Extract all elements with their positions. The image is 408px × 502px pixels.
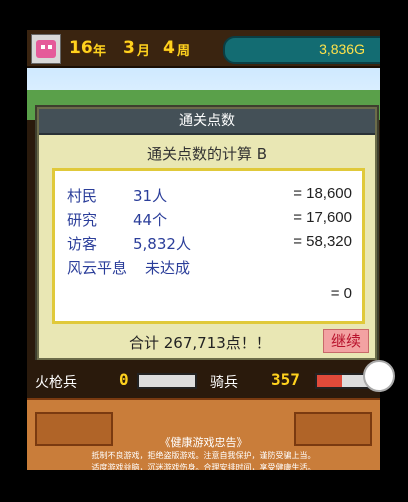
row-value: 5,832人 [133,235,191,253]
health-notice-line: 抵制不良游戏，拒绝盗版游戏。注意自我保护，谨防受骗上当。 [91,451,316,460]
gold-display: 3,836G [223,36,380,64]
month-unit: 月 [137,44,151,59]
row-points: = 18,600 [293,185,352,202]
dialog-subtitle: 通关点数的计算 B [146,145,268,163]
health-notice-title: 《健康游戏忠告》 [159,436,248,449]
row-label: 访客 [67,235,98,253]
unit-meter-fill [317,375,343,387]
clear-points-dialog: 通关点数 通关点数的计算 B 村民 31人 = 18,600 研究 44个 = … [37,107,377,360]
floating-action-button[interactable] [363,360,395,392]
unit-panel: 火枪兵 0 骑兵 357 [27,360,380,398]
week-unit: 周 [177,44,191,59]
status-bar: 16 年 3 月 4 周 3,836G [27,30,380,68]
row-value: 未达成 [145,259,191,277]
avatar-eye-right [48,45,52,49]
row-value: 44个 [133,211,168,229]
year-unit: 年 [93,44,107,59]
unit-meter [137,373,197,389]
unit-count: 357 [271,370,300,389]
year-value: 16 [69,38,93,58]
dialog-title: 通关点数 [39,109,375,135]
total-points: 合计 267,713点！！ [129,334,271,352]
gold-value: 3,836G [319,41,365,57]
row-label: 村民 [67,187,98,205]
avatar-icon[interactable] [31,34,61,64]
health-notice-line: 适度游戏益脑，沉迷游戏伤身。合理安排时间，享受健康生活。 [91,463,316,470]
avatar-eye-left [41,45,45,49]
game-screen: 16 年 3 月 4 周 3,836G 通关点数 通关点数的计算 B 村民 31… [27,30,380,470]
unit-name: 骑兵 [210,375,238,391]
unit-count: 0 [119,370,129,389]
continue-button[interactable]: 继续 [323,329,369,353]
avatar-face [36,40,56,58]
row-label: 风云平息 [67,259,128,277]
row-points: = 58,320 [293,233,352,250]
points-table: 村民 31人 = 18,600 研究 44个 = 17,600 访客 5,832… [52,168,365,324]
unit-name: 火枪兵 [35,375,77,391]
row-value: 31人 [133,187,168,205]
week-value: 4 [163,38,175,58]
month-value: 3 [123,38,135,58]
row-points: = 0 [330,285,352,302]
row-points: = 17,600 [293,209,352,226]
row-label: 研究 [67,211,98,229]
